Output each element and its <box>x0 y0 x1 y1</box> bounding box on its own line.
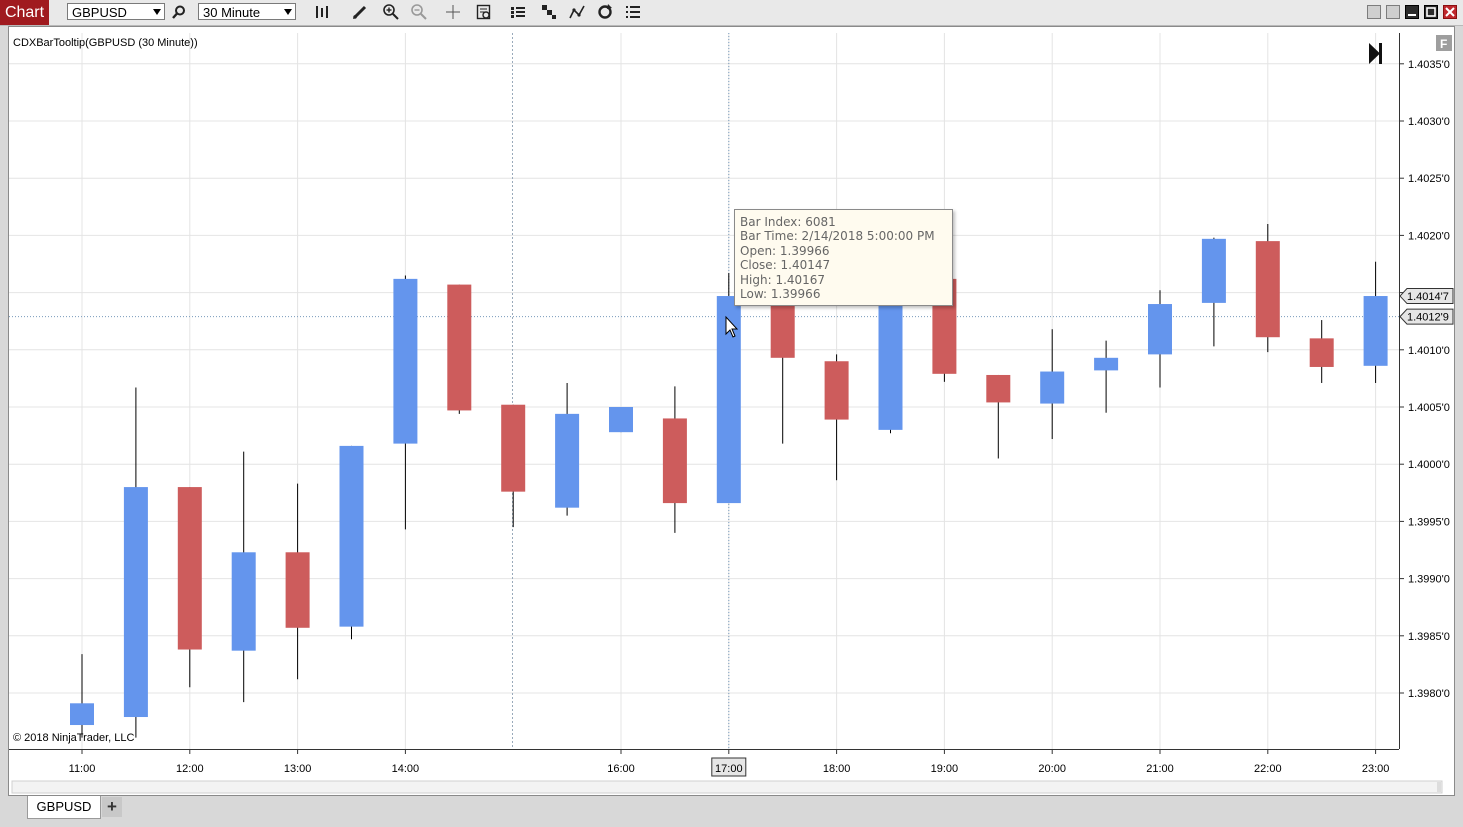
candle[interactable] <box>339 445 364 640</box>
cursor-price-tag-label: 1.4012'9 <box>1407 312 1449 324</box>
price-tick-label: 1.4035'0 <box>1408 59 1450 71</box>
price-tick-label: 1.4000'0 <box>1408 459 1450 471</box>
candle[interactable] <box>447 284 472 414</box>
tooltip-high: High: 1.40167 <box>740 272 826 287</box>
time-tick-label: 12:00 <box>176 763 204 775</box>
horizontal-scrollbar[interactable] <box>11 780 1443 794</box>
candle[interactable] <box>1363 261 1388 383</box>
properties-f-icon[interactable]: F <box>1436 35 1452 51</box>
tooltip-close: Close: 1.40147 <box>740 258 831 273</box>
candle[interactable] <box>123 387 148 738</box>
copyright-label: © 2018 NinjaTrader, LLC <box>13 732 134 744</box>
candle-body <box>1255 241 1280 338</box>
candle[interactable] <box>770 296 795 444</box>
candle-body <box>1309 338 1334 367</box>
price-tick-label: 1.4020'0 <box>1408 230 1450 242</box>
candle[interactable] <box>1309 320 1334 383</box>
tab-gbpusd[interactable]: GBPUSD <box>27 796 101 819</box>
candle[interactable] <box>716 273 741 504</box>
candle[interactable] <box>1040 329 1065 440</box>
candle-body <box>339 445 364 627</box>
candle[interactable] <box>501 404 526 528</box>
candle[interactable] <box>555 382 580 516</box>
candlestick-chart[interactable]: 1.4035'01.4030'01.4025'01.4020'01.4015'0… <box>0 0 1463 827</box>
candle-body <box>1094 357 1119 371</box>
candle[interactable] <box>662 386 687 533</box>
last-price-tag: 1.4014'7 <box>1399 288 1454 305</box>
candle[interactable] <box>824 354 849 481</box>
tooltip-bar-time: Bar Time: 2/14/2018 5:00:00 PM <box>740 229 935 244</box>
candle-body <box>177 487 202 650</box>
time-tick-label: 16:00 <box>607 763 635 775</box>
time-tick-label: 14:00 <box>392 763 420 775</box>
candle[interactable] <box>1255 223 1280 353</box>
time-tick-label: 21:00 <box>1146 763 1174 775</box>
time-tick-label: 11:00 <box>69 763 96 775</box>
scrollbar-thumb[interactable] <box>1437 782 1441 792</box>
price-tick-label: 1.3995'0 <box>1408 516 1450 528</box>
tooltip-open: Open: 1.39966 <box>740 243 830 258</box>
time-tick-label: 23:00 <box>1362 763 1390 775</box>
candle-body <box>986 374 1011 403</box>
candle-body <box>824 361 849 420</box>
add-tab-button[interactable]: + <box>102 797 122 817</box>
candle[interactable] <box>1094 340 1119 413</box>
last-price-tag-label: 1.4014'7 <box>1407 291 1449 303</box>
time-tick-label: 18:00 <box>823 763 851 775</box>
tooltip-bar-index: Bar Index: 6081 <box>740 215 836 229</box>
candle-body <box>70 703 94 726</box>
candle-body <box>555 413 580 508</box>
candle[interactable] <box>231 451 256 703</box>
price-tick-label: 1.3990'0 <box>1408 574 1450 586</box>
candle[interactable] <box>609 407 633 433</box>
candle-body <box>123 487 148 718</box>
candle[interactable] <box>1201 237 1226 347</box>
candle-body <box>878 296 903 430</box>
candle-body <box>1201 238 1226 303</box>
candle[interactable] <box>878 296 903 434</box>
candle-body <box>1040 371 1065 404</box>
cursor-price-tag: 1.4012'9 <box>1399 308 1454 325</box>
candle-body <box>447 284 472 411</box>
time-tick-label: 19:00 <box>931 763 959 775</box>
price-tick-label: 1.4010'0 <box>1408 345 1450 357</box>
candle[interactable] <box>177 487 202 688</box>
candle-body <box>393 278 418 444</box>
candle-body <box>231 552 256 651</box>
price-tick-label: 1.4005'0 <box>1408 402 1450 414</box>
price-tick-label: 1.4030'0 <box>1408 116 1450 128</box>
candle-body <box>501 404 526 492</box>
candle[interactable] <box>393 275 418 530</box>
svg-text:F: F <box>1440 37 1447 51</box>
time-tick-label: 22:00 <box>1254 763 1282 775</box>
indicator-label: CDXBarTooltip(GBPUSD (30 Minute)) <box>13 37 198 49</box>
time-tick-label: 20:00 <box>1038 763 1066 775</box>
time-tick-label: 17:00 <box>715 763 743 775</box>
candle-body <box>285 552 310 628</box>
candle-body <box>662 418 687 504</box>
bar-tooltip: Bar Index: 6081 Bar Time: 2/14/2018 5:00… <box>734 209 953 306</box>
candle-body <box>1148 304 1172 355</box>
candle[interactable] <box>986 374 1011 459</box>
price-tick-label: 1.3980'0 <box>1408 688 1450 700</box>
candle[interactable] <box>1148 290 1172 388</box>
candle[interactable] <box>70 654 94 738</box>
tooltip-low: Low: 1.39966 <box>740 287 821 302</box>
candle-body <box>609 407 633 433</box>
candle[interactable] <box>285 483 310 680</box>
candle-body <box>1363 296 1388 366</box>
price-tick-label: 1.4025'0 <box>1408 173 1450 185</box>
price-tick-label: 1.3985'0 <box>1408 631 1450 643</box>
tab-bar <box>0 796 1463 827</box>
time-tick-label: 13:00 <box>284 763 312 775</box>
